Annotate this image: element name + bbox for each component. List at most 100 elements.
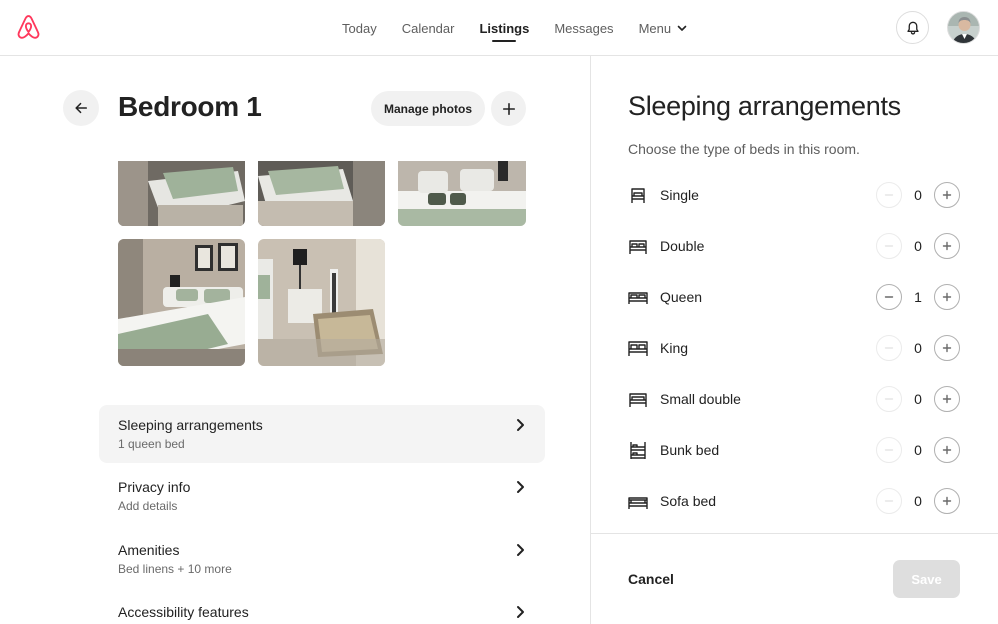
nav-today[interactable]: Today: [342, 0, 377, 56]
plus-icon: [942, 292, 952, 302]
decrease-button[interactable]: [876, 182, 902, 208]
minus-icon: [884, 398, 894, 400]
bedroom-photo-image: [258, 161, 385, 226]
section-accessibility-features[interactable]: Accessibility features: [99, 592, 545, 624]
bed-row-double: Double 0: [628, 233, 960, 261]
bed-label: Double: [660, 238, 705, 254]
section-privacy-info[interactable]: Privacy info Add details: [99, 467, 545, 525]
bed-row-sofa-bed: Sofa bed 0: [628, 488, 960, 516]
bed-row-queen: Queen 1: [628, 284, 960, 312]
bunk-bed-icon: [630, 442, 646, 459]
increase-button[interactable]: [934, 182, 960, 208]
bed-label: Bunk bed: [660, 442, 720, 458]
bed-count: 0: [914, 493, 922, 509]
section-sleeping-arrangements[interactable]: Sleeping arrangements 1 queen bed: [99, 405, 545, 463]
single-bed-icon: [631, 188, 645, 203]
nav-menu[interactable]: Menu: [639, 0, 688, 56]
manage-photos-button[interactable]: Manage photos: [371, 91, 485, 126]
bed-count: 0: [914, 187, 922, 203]
king-bed-icon: [628, 341, 648, 356]
increase-button[interactable]: [934, 335, 960, 361]
panel-subtitle: Choose the type of beds in this room.: [628, 141, 860, 157]
bed-label: Queen: [660, 289, 703, 305]
plus-icon: [942, 496, 952, 506]
airbnb-logo-icon[interactable]: [15, 13, 42, 41]
page-title: Bedroom 1: [118, 91, 262, 122]
room-photo[interactable]: [398, 161, 526, 226]
section-title: Accessibility features: [118, 604, 249, 620]
plus-icon: [942, 241, 952, 251]
decrease-button[interactable]: [876, 233, 902, 259]
section-amenities[interactable]: Amenities Bed linens + 10 more: [99, 530, 545, 588]
bedroom-photo-image: [118, 239, 245, 366]
bed-count: 0: [914, 238, 922, 254]
increase-button[interactable]: [934, 284, 960, 310]
bed-count: 0: [914, 340, 922, 356]
minus-icon: [884, 500, 894, 502]
sofa-bed-icon: [628, 497, 648, 509]
section-subtitle: 1 queen bed: [118, 437, 185, 451]
double-bed-icon: [629, 240, 647, 254]
plus-icon: [942, 445, 952, 455]
bedroom-photo-image: [398, 161, 526, 226]
notifications-button[interactable]: [896, 11, 929, 44]
plus-icon: [942, 343, 952, 353]
plus-icon: [942, 190, 952, 200]
decrease-button[interactable]: [876, 335, 902, 361]
panel-divider: [590, 56, 591, 624]
nav-messages[interactable]: Messages: [554, 0, 613, 56]
increase-button[interactable]: [934, 233, 960, 259]
room-photo[interactable]: [118, 161, 245, 226]
queen-bed-icon: [628, 292, 648, 304]
small-double-bed-icon: [629, 393, 647, 407]
bed-row-single: Single 0: [628, 182, 960, 210]
bell-icon: [906, 21, 919, 35]
footer-divider: [591, 533, 998, 534]
plus-icon: [942, 394, 952, 404]
bed-row-bunk-bed: Bunk bed 0: [628, 437, 960, 465]
minus-icon: [884, 194, 894, 196]
top-nav-bar: Today Calendar Listings Messages Menu: [0, 0, 998, 56]
section-title: Amenities: [118, 542, 180, 558]
nav-listings[interactable]: Listings: [479, 0, 529, 56]
room-photo[interactable]: [258, 161, 385, 226]
minus-icon: [884, 347, 894, 349]
bed-count: 0: [914, 442, 922, 458]
section-subtitle: Add details: [118, 499, 178, 513]
chevron-right-icon: [517, 544, 524, 556]
section-title: Privacy info: [118, 479, 191, 495]
bed-label: Small double: [660, 391, 741, 407]
plus-icon: [502, 102, 515, 115]
add-photo-button[interactable]: [491, 91, 526, 126]
bedroom-photo-image: [118, 161, 245, 226]
user-avatar-icon: [948, 12, 979, 43]
minus-icon: [884, 449, 894, 451]
minus-icon: [884, 296, 894, 298]
chevron-right-icon: [517, 481, 524, 493]
panel-title: Sleeping arrangements: [628, 91, 901, 121]
decrease-button[interactable]: [876, 284, 902, 310]
decrease-button[interactable]: [876, 437, 902, 463]
nav-calendar[interactable]: Calendar: [402, 0, 455, 56]
decrease-button[interactable]: [876, 386, 902, 412]
section-subtitle: Bed linens + 10 more: [118, 562, 232, 576]
nav-menu-label: Menu: [638, 20, 672, 36]
cancel-button[interactable]: Cancel: [628, 571, 674, 587]
main-nav: Today Calendar Listings Messages Menu: [342, 0, 712, 56]
room-photo[interactable]: [258, 239, 385, 366]
room-photo[interactable]: [118, 239, 245, 366]
bed-count: 1: [914, 289, 922, 305]
section-title: Sleeping arrangements: [118, 417, 263, 433]
bed-label: Sofa bed: [660, 493, 717, 509]
save-button[interactable]: Save: [893, 560, 960, 598]
back-button[interactable]: [63, 90, 99, 126]
decrease-button[interactable]: [876, 488, 902, 514]
increase-button[interactable]: [934, 488, 960, 514]
increase-button[interactable]: [934, 437, 960, 463]
chevron-right-icon: [517, 606, 524, 618]
minus-icon: [884, 245, 894, 247]
increase-button[interactable]: [934, 386, 960, 412]
avatar[interactable]: [947, 11, 980, 44]
bed-label: King: [660, 340, 689, 356]
chevron-down-icon: [677, 25, 687, 31]
